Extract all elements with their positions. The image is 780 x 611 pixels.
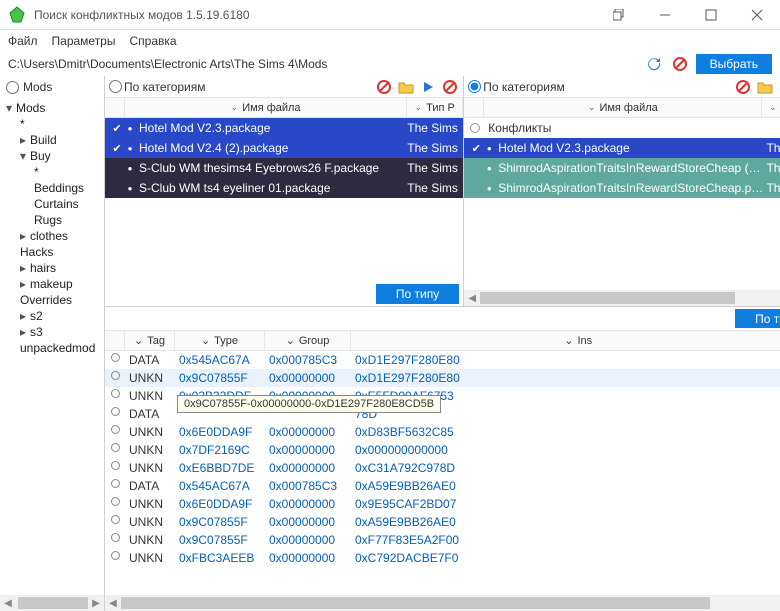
menubar: Файл Параметры Справка [0, 30, 780, 52]
right-hscroll[interactable]: ◀▶ [464, 290, 780, 306]
detail-row[interactable]: UNKN0x6E0DDA9F0x000000000xD83BF5632C85 [105, 423, 780, 441]
conflicts-section[interactable]: Конфликты [464, 118, 780, 138]
right-file-pane: По категориям ⌄Имя файла ⌄Тип Ра Конфлик… [464, 76, 780, 306]
menu-params[interactable]: Параметры [52, 34, 116, 48]
tree-unpacked[interactable]: unpackedmod [20, 340, 104, 356]
file-row[interactable]: ●S-Club WM ts4 eyeliner 01.packageThe Si… [105, 178, 463, 198]
file-row[interactable]: ✔●Hotel Mod V2.4 (2).packageThe Sims [105, 138, 463, 158]
tree-hacks[interactable]: Hacks [20, 244, 104, 260]
bytype-button-detail[interactable]: По типу [735, 309, 780, 328]
left-mode-radio[interactable]: По категориям [109, 80, 206, 94]
tree-body[interactable]: ▾Mods * ▸Build ▾Buy * Beddings Curtains … [0, 98, 104, 595]
detail-panel: По типу ⌄Tag ⌄Type ⌄Group ⌄Ins DATA0x545… [105, 306, 780, 611]
tree-beddings[interactable]: Beddings [34, 180, 104, 196]
col-ins[interactable]: Ins [577, 335, 592, 347]
select-button[interactable]: Выбрать [696, 54, 772, 74]
menu-file[interactable]: Файл [8, 34, 38, 48]
app-icon [8, 6, 26, 24]
tree-star[interactable]: * [20, 116, 104, 132]
tree-panel: Mods ▾Mods * ▸Build ▾Buy * Beddings Curt… [0, 76, 105, 611]
file-row[interactable]: ✔●Hotel Mod V2.3.packageThe Sims [464, 138, 780, 158]
tree-makeup[interactable]: ▸makeup [20, 276, 104, 292]
detail-row[interactable]: UNKN0xE6BBD7DE0x000000000xC31A792C978D [105, 459, 780, 477]
close-button[interactable] [734, 0, 780, 30]
tree-build[interactable]: ▸Build [20, 132, 104, 148]
tree-header-radio[interactable] [6, 81, 19, 94]
tree-buy-star[interactable]: * [34, 164, 104, 180]
col-filename[interactable]: Имя файла [242, 102, 300, 114]
menu-help[interactable]: Справка [129, 34, 176, 48]
col-type[interactable]: Type [214, 335, 238, 347]
tree-s2[interactable]: ▸s2 [20, 308, 104, 324]
check-icon: ✔ [468, 142, 484, 155]
window-title: Поиск конфликтных модов 1.5.19.6180 [34, 8, 596, 22]
detail-row[interactable]: UNKN0x9C07855F0x000000000xA59E9BB26AE0 [105, 513, 780, 531]
detail-row[interactable]: UNKN0xFBC3AEEB0x000000000xC792DACBE7F0 [105, 549, 780, 567]
file-row[interactable]: ●S-Club WM thesims4 Eyebrows26 F.package… [105, 158, 463, 178]
titlebar: Поиск конфликтных модов 1.5.19.6180 [0, 0, 780, 30]
maximize-button[interactable] [688, 0, 734, 30]
left-file-pane: По категориям ⌄Имя файла ⌄Тип Р ✔●Hotel … [105, 76, 464, 306]
stop-icon[interactable] [670, 54, 690, 74]
tree-overrides[interactable]: Overrides [20, 292, 104, 308]
detail-row[interactable]: UNKN0x6E0DDA9F0x000000000x9E95CAF2BD07 [105, 495, 780, 513]
bytype-button-left[interactable]: По типу [376, 284, 459, 304]
refresh-icon[interactable] [644, 54, 664, 74]
detail-row[interactable]: DATA0x545AC67A0x000785C30xD1E297F280E80 [105, 351, 780, 369]
col-filename[interactable]: Имя файла [599, 102, 657, 114]
tree-hairs[interactable]: ▸hairs [20, 260, 104, 276]
right-mode-radio[interactable]: По категориям [468, 80, 565, 94]
col-tag[interactable]: Tag [147, 335, 165, 347]
detail-row[interactable]: UNKN0x7DF2169C0x000000000x000000000000 [105, 441, 780, 459]
tree-buy[interactable]: ▾Buy [20, 148, 104, 164]
tooltip: 0x9C07855F-0x00000000-0xD1E297F280E8CD5B [177, 395, 441, 413]
pathbar: C:\Users\Dmitr\Documents\Electronic Arts… [0, 52, 780, 76]
check-icon: ✔ [109, 142, 125, 155]
detail-hscroll[interactable]: ◀▶ [105, 595, 780, 611]
play-icon[interactable] [419, 78, 437, 96]
tree-header: Mods [0, 76, 104, 98]
stop-icon[interactable] [734, 78, 752, 96]
folder-icon[interactable] [397, 78, 415, 96]
detail-header: ⌄Tag ⌄Type ⌄Group ⌄Ins [105, 331, 780, 351]
forbid-icon[interactable] [441, 78, 459, 96]
tree-curtains[interactable]: Curtains [34, 196, 104, 212]
file-row[interactable]: ●ShimrodAspirationTraitsInRewardStoreChe… [464, 178, 780, 198]
stop-icon[interactable] [375, 78, 393, 96]
restore-button[interactable] [596, 0, 642, 30]
path-text: C:\Users\Dmitr\Documents\Electronic Arts… [8, 57, 638, 71]
check-icon: ✔ [109, 122, 125, 135]
file-row[interactable]: ✔●Hotel Mod V2.3.packageThe Sims [105, 118, 463, 138]
col-type[interactable]: Тип Р [426, 102, 455, 114]
col-group[interactable]: Group [299, 335, 330, 347]
tree-clothes[interactable]: ▸clothes [20, 228, 104, 244]
detail-row[interactable]: DATA0x545AC67A0x000785C30xA59E9BB26AE0 [105, 477, 780, 495]
tree-hscroll[interactable]: ◀▶ [0, 595, 104, 611]
detail-row[interactable]: UNKN0x9C07855F0x000000000xF77F83E5A2F00 [105, 531, 780, 549]
minimize-button[interactable] [642, 0, 688, 30]
file-row[interactable]: ●ShimrodAspirationTraitsInRewardStoreChe… [464, 158, 780, 178]
tree-root[interactable]: ▾Mods [6, 100, 104, 116]
tree-rugs[interactable]: Rugs [34, 212, 104, 228]
tree-s3[interactable]: ▸s3 [20, 324, 104, 340]
detail-row[interactable]: UNKN0x9C07855F0x000000000xD1E297F280E80 [105, 369, 780, 387]
folder-icon[interactable] [756, 78, 774, 96]
